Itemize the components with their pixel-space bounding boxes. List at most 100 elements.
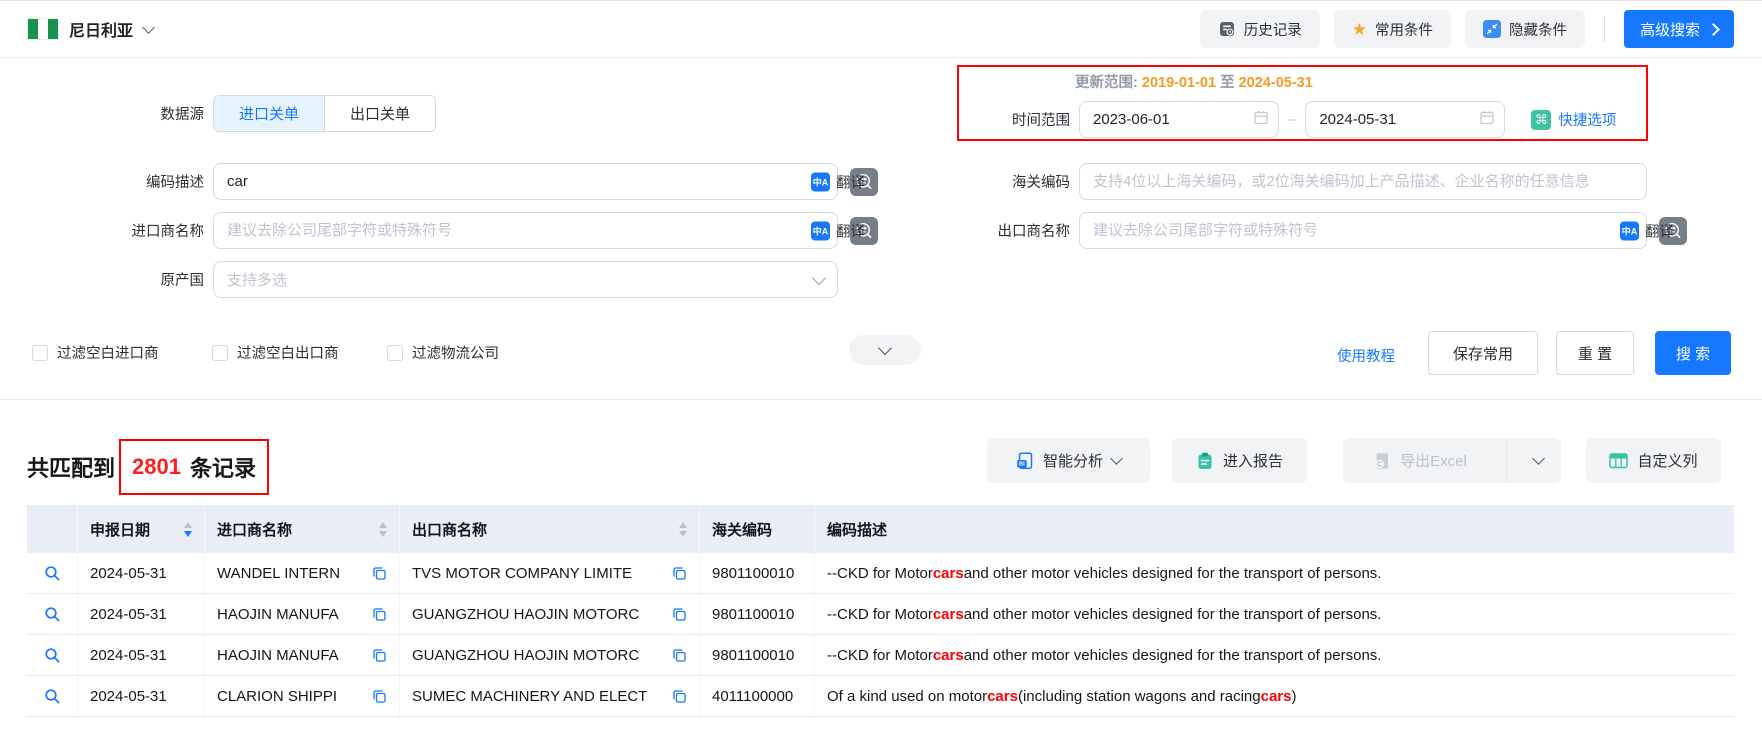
sort-control[interactable]: [174, 522, 192, 537]
update-range-end: 2024-05-31: [1239, 75, 1313, 91]
origin-placeholder: 支持多选: [227, 269, 814, 290]
enter-report-button[interactable]: 进入报告: [1172, 438, 1307, 483]
date-end-value: 2024-05-31: [1319, 111, 1396, 128]
origin-select[interactable]: 支持多选: [213, 261, 838, 298]
update-range-to: 至: [1220, 75, 1235, 91]
chevron-down-icon: [142, 21, 155, 34]
header-declare-date: 申报日期: [78, 505, 205, 553]
copy-icon[interactable]: [364, 689, 387, 704]
sort-control[interactable]: [369, 522, 387, 537]
chevron-down-icon: [1110, 452, 1123, 465]
translate-label: 翻译: [1645, 220, 1674, 241]
nigeria-flag-icon: [28, 19, 58, 39]
update-range-note: 更新范围: 2019-01-01 至 2024-05-31: [1075, 71, 1313, 92]
row-search-icon: [44, 606, 61, 623]
row-detail-button[interactable]: [27, 594, 78, 634]
row-importer: HAOJIN MANUFA: [205, 635, 400, 675]
chevron-down-icon: [1532, 452, 1545, 465]
topbar-actions: 历史记录 ★ 常用条件 隐藏条件 高级搜索: [1200, 10, 1734, 48]
star-icon: ★: [1352, 21, 1367, 38]
importer-input[interactable]: [213, 212, 838, 249]
custom-columns-button[interactable]: 自定义列: [1586, 438, 1721, 483]
data-source-row: 数据源 进口关单 出口关单: [0, 95, 436, 132]
ai-analysis-button[interactable]: BI 智能分析: [987, 438, 1150, 483]
export-excel-button[interactable]: 导出Excel: [1343, 438, 1497, 483]
section-divider: [0, 399, 1762, 400]
header-importer: 进口商名称: [205, 505, 400, 553]
filter-blank-exporter-checkbox[interactable]: 过滤空白出口商: [212, 342, 339, 363]
row-exporter: GUANGZHOU HAOJIN MOTORC: [400, 594, 700, 634]
translate-icon: 中A: [1620, 221, 1639, 240]
translate-button[interactable]: 中A 翻译: [1620, 220, 1674, 241]
update-range-label: 更新范围:: [1075, 75, 1138, 91]
row-exporter: SUMEC MACHINERY AND ELECT: [400, 676, 700, 716]
search-button[interactable]: 搜 索: [1655, 331, 1731, 375]
row-detail-button[interactable]: [27, 553, 78, 593]
favorites-button[interactable]: ★ 常用条件: [1334, 10, 1451, 48]
export-file-icon: [1373, 452, 1391, 470]
code-desc-input[interactable]: [213, 163, 838, 200]
advanced-search-label: 高级搜索: [1640, 19, 1700, 40]
quick-options-button[interactable]: ⌘ 快捷选项: [1531, 109, 1616, 130]
row-declare-date: 2024-05-31: [78, 594, 205, 634]
history-icon: [1218, 20, 1236, 38]
match-suffix: 条记录: [190, 451, 256, 483]
date-start-input[interactable]: 2023-06-01: [1079, 101, 1279, 138]
copy-icon[interactable]: [664, 566, 687, 581]
filter-logistics-checkbox[interactable]: 过滤物流公司: [387, 342, 499, 363]
row-declare-date: 2024-05-31: [78, 676, 205, 716]
translate-button[interactable]: 中A 翻译: [811, 220, 865, 241]
translate-icon: 中A: [811, 221, 830, 240]
row-hs-code: 9801100010: [700, 553, 815, 593]
hide-filters-button[interactable]: 隐藏条件: [1465, 10, 1585, 48]
top-bar: 尼日利亚 历史记录 ★ 常用条件 隐藏条件 高级搜索: [0, 1, 1762, 58]
row-search-icon: [44, 688, 61, 705]
row-code-desc: --CKD for Motor cars and other motor veh…: [815, 635, 1734, 675]
copy-icon[interactable]: [364, 607, 387, 622]
copy-icon[interactable]: [664, 689, 687, 704]
row-code-desc: --CKD for Motor cars and other motor veh…: [815, 553, 1734, 593]
date-end-input[interactable]: 2024-05-31: [1305, 101, 1505, 138]
time-range-row: 时间范围 2023-06-01 – 2024-05-31 ⌘ 快捷选项: [882, 101, 1616, 138]
update-range-start: 2019-01-01: [1142, 75, 1216, 91]
tab-export-declarations[interactable]: 出口关单: [324, 96, 435, 131]
reset-button[interactable]: 重 置: [1556, 331, 1634, 375]
copy-icon[interactable]: [664, 607, 687, 622]
copy-icon[interactable]: [664, 648, 687, 663]
translate-button[interactable]: 中A 翻译: [811, 171, 865, 192]
copy-icon[interactable]: [364, 648, 387, 663]
table-row: 2024-05-31HAOJIN MANUFAGUANGZHOU HAOJIN …: [27, 635, 1734, 676]
tutorial-link[interactable]: 使用教程: [1337, 345, 1395, 366]
row-search-icon: [44, 647, 61, 664]
export-options-button[interactable]: [1516, 438, 1561, 483]
country-selector[interactable]: 尼日利亚: [28, 17, 153, 41]
collapse-form-button[interactable]: [849, 335, 921, 365]
row-detail-button[interactable]: [27, 635, 78, 675]
header-hs-code: 海关编码: [700, 505, 815, 553]
origin-row: 原产国 支持多选: [0, 261, 838, 298]
match-prefix: 共匹配到: [27, 451, 115, 483]
row-hs-code: 9801100010: [700, 594, 815, 634]
importer-row: 进口商名称 中A 翻译: [0, 212, 878, 249]
row-code-desc: Of a kind used on motor cars (including …: [815, 676, 1734, 716]
row-declare-date: 2024-05-31: [78, 635, 205, 675]
filter-blank-importer-checkbox[interactable]: 过滤空白进口商: [32, 342, 159, 363]
date-range-dash: –: [1288, 111, 1296, 128]
exporter-input[interactable]: [1079, 212, 1647, 249]
checkbox-icon: [387, 345, 403, 361]
tab-import-declarations[interactable]: 进口关单: [214, 96, 324, 131]
save-common-button[interactable]: 保存常用: [1428, 331, 1538, 375]
hs-code-input[interactable]: [1079, 163, 1647, 200]
copy-icon[interactable]: [364, 566, 387, 581]
calendar-icon: [1479, 109, 1495, 130]
code-desc-row: 编码描述 中A 翻译: [0, 163, 878, 200]
history-label: 历史记录: [1244, 19, 1302, 40]
history-button[interactable]: 历史记录: [1200, 10, 1320, 48]
favorites-label: 常用条件: [1375, 19, 1433, 40]
collapse-icon: [1483, 20, 1501, 38]
advanced-search-button[interactable]: 高级搜索: [1624, 10, 1734, 48]
sort-control[interactable]: [669, 522, 687, 537]
row-detail-button[interactable]: [27, 676, 78, 716]
calendar-icon: [1253, 109, 1269, 130]
table-row: 2024-05-31CLARION SHIPPISUMEC MACHINERY …: [27, 676, 1734, 717]
